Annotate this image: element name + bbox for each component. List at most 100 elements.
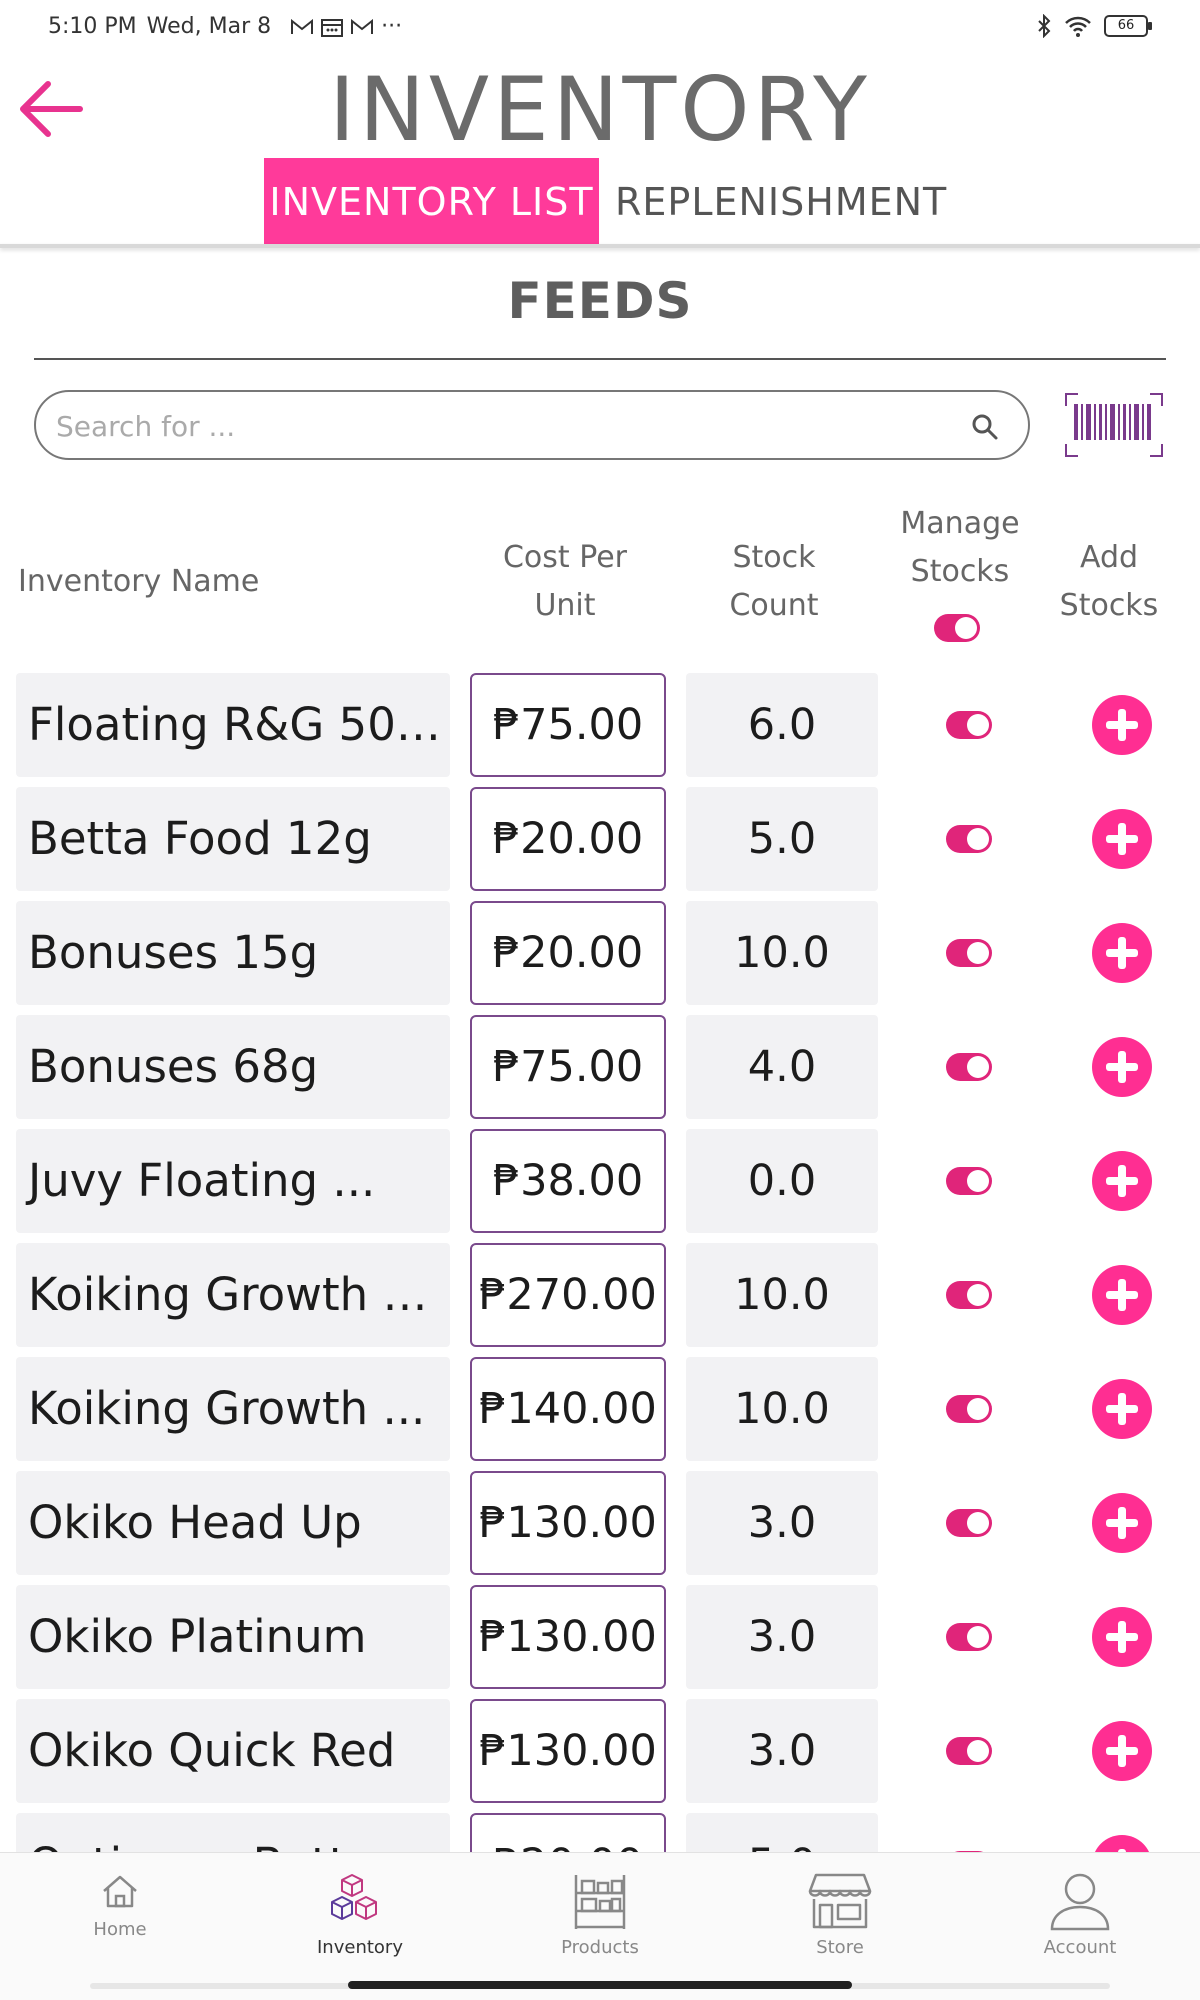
cost-per-unit-field[interactable]: ₱130.00 [470, 1585, 666, 1689]
nav-account-label: Account [1043, 1937, 1117, 1958]
status-left: 5:10 PM Wed, Mar 8 ··· [48, 14, 402, 39]
inventory-name[interactable]: Betta Food 12g [16, 787, 450, 891]
manage-stock-toggle[interactable] [946, 1053, 992, 1081]
inventory-name[interactable]: Bonuses 68g [16, 1015, 450, 1119]
add-stock-button[interactable] [1092, 1721, 1152, 1781]
manage-stock-toggle[interactable] [946, 825, 992, 853]
inventory-name[interactable]: Koiking Growth ... [16, 1357, 450, 1461]
column-header-manage-line1: Manage [900, 506, 1020, 541]
nav-home-label: Home [93, 1919, 147, 1940]
inventory-list[interactable]: Floating R&G 500g ₱75.00 6.0 Betta Food … [0, 668, 1200, 1852]
gmail-icon [351, 18, 374, 34]
gmail-icon [291, 18, 314, 34]
inventory-name[interactable]: Floating R&G 500g [16, 673, 450, 777]
nav-products[interactable]: Products [520, 1871, 680, 1958]
inventory-name[interactable]: Bonuses 15g [16, 901, 450, 1005]
barcode-icon [1065, 393, 1163, 457]
column-header-cost: Cost Per Unit [470, 534, 660, 630]
column-header-add-line1: Add [1079, 540, 1139, 575]
cost-per-unit-field[interactable]: ₱140.00 [470, 1357, 666, 1461]
nav-store[interactable]: Store [760, 1871, 920, 1958]
header-divider [0, 244, 1200, 248]
stock-count: 3.0 [686, 1699, 878, 1803]
add-stock-button[interactable] [1092, 1835, 1152, 1852]
add-stock-button[interactable] [1092, 1151, 1152, 1211]
manage-stock-toggle[interactable] [946, 1395, 992, 1423]
gesture-handle[interactable] [348, 1981, 852, 1989]
boxes-icon [331, 1874, 377, 1920]
cost-per-unit-field[interactable]: ₱75.00 [470, 1015, 666, 1119]
cost-per-unit-field[interactable]: ₱130.00 [470, 1471, 666, 1575]
user-icon [1050, 1873, 1110, 1931]
manage-stock-toggle[interactable] [946, 1737, 992, 1765]
bottom-navigation: Home Inventory Products Store Account [0, 1852, 1200, 2000]
inventory-row: Betta Food 12g ₱20.00 5.0 [0, 787, 1200, 891]
add-stock-button[interactable] [1092, 923, 1152, 983]
inventory-name[interactable]: Koiking Growth 1kg [16, 1243, 450, 1347]
add-stock-button[interactable] [1092, 809, 1152, 869]
cost-per-unit-field[interactable]: ₱20.00 [470, 901, 666, 1005]
manage-stock-toggle[interactable] [946, 939, 992, 967]
nav-account[interactable]: Account [1000, 1871, 1160, 1958]
column-header-stock-line1: Stock [732, 540, 816, 575]
tab-inventory-list[interactable]: INVENTORY LIST [264, 158, 599, 246]
column-header-add: Add Stocks [1044, 534, 1174, 630]
nav-inventory[interactable]: Inventory [280, 1871, 440, 1958]
search-bar [34, 390, 1030, 460]
add-stock-button[interactable] [1092, 695, 1152, 755]
inventory-row: Koiking Growth 1kg ₱270.00 10.0 [0, 1243, 1200, 1347]
inventory-name[interactable]: Okiko Head Up [16, 1471, 450, 1575]
nav-home[interactable]: Home [40, 1871, 200, 1940]
manage-all-toggle[interactable] [934, 614, 980, 642]
cost-per-unit-field[interactable]: ₱20.00 [470, 787, 666, 891]
nav-store-label: Store [816, 1937, 864, 1958]
column-header-cost-line2: Unit [534, 588, 596, 623]
category-divider [34, 358, 1166, 360]
column-header-manage: Manage Stocks [880, 500, 1040, 596]
page-title: INVENTORY [329, 58, 871, 161]
status-right: 66 [1036, 14, 1152, 38]
search-input[interactable] [56, 404, 956, 448]
inventory-row: Bonuses 68g ₱75.00 4.0 [0, 1015, 1200, 1119]
cost-per-unit-field[interactable]: ₱270.00 [470, 1243, 666, 1347]
inventory-name[interactable]: Optimum Betta [16, 1813, 450, 1852]
status-bar: 5:10 PM Wed, Mar 8 ··· 66 [0, 0, 1200, 56]
inventory-name[interactable]: Juvy Floating ... [16, 1129, 450, 1233]
cost-per-unit-field[interactable]: ₱38.00 [470, 1129, 666, 1233]
tab-replenishment[interactable]: REPLENISHMENT [599, 158, 946, 246]
add-stock-button[interactable] [1092, 1607, 1152, 1667]
add-stock-button[interactable] [1092, 1379, 1152, 1439]
manage-stock-toggle[interactable] [946, 1167, 992, 1195]
manage-stock-toggle[interactable] [946, 711, 992, 739]
inventory-row: Optimum Betta ₱20.00 5.0 [0, 1813, 1200, 1852]
stock-count: 4.0 [686, 1015, 878, 1119]
add-stock-button[interactable] [1092, 1493, 1152, 1553]
store-icon [808, 1873, 872, 1929]
battery-icon: 66 [1104, 15, 1152, 37]
cost-per-unit-field[interactable]: ₱75.00 [470, 673, 666, 777]
inventory-name[interactable]: Okiko Quick Red [16, 1699, 450, 1803]
nav-inventory-label: Inventory [317, 1937, 403, 1958]
barcode-scan-button[interactable] [1064, 392, 1164, 458]
calendar-icon [321, 18, 344, 37]
inventory-name[interactable]: Okiko Platinum [16, 1585, 450, 1689]
stock-count: 5.0 [686, 1813, 878, 1852]
manage-stock-toggle[interactable] [946, 1623, 992, 1651]
home-icon [103, 1875, 137, 1908]
search-icon[interactable] [970, 412, 1000, 442]
inventory-row: Okiko Platinum ₱130.00 3.0 [0, 1585, 1200, 1689]
column-header-name: Inventory Name [18, 564, 260, 599]
inventory-row: Floating R&G 500g ₱75.00 6.0 [0, 673, 1200, 777]
cost-per-unit-field[interactable]: ₱130.00 [470, 1699, 666, 1803]
manage-stock-toggle[interactable] [946, 1281, 992, 1309]
add-stock-button[interactable] [1092, 1265, 1152, 1325]
cost-per-unit-field[interactable]: ₱20.00 [470, 1813, 666, 1852]
inventory-row: Koiking Growth ... ₱140.00 10.0 [0, 1357, 1200, 1461]
bluetooth-icon [1038, 14, 1051, 38]
stock-count: 3.0 [686, 1585, 878, 1689]
manage-stock-toggle[interactable] [946, 1509, 992, 1537]
inventory-row: Juvy Floating ... ₱38.00 0.0 [0, 1129, 1200, 1233]
add-stock-button[interactable] [1092, 1037, 1152, 1097]
status-date: Wed, Mar 8 [146, 14, 272, 39]
stock-count: 10.0 [686, 1243, 878, 1347]
